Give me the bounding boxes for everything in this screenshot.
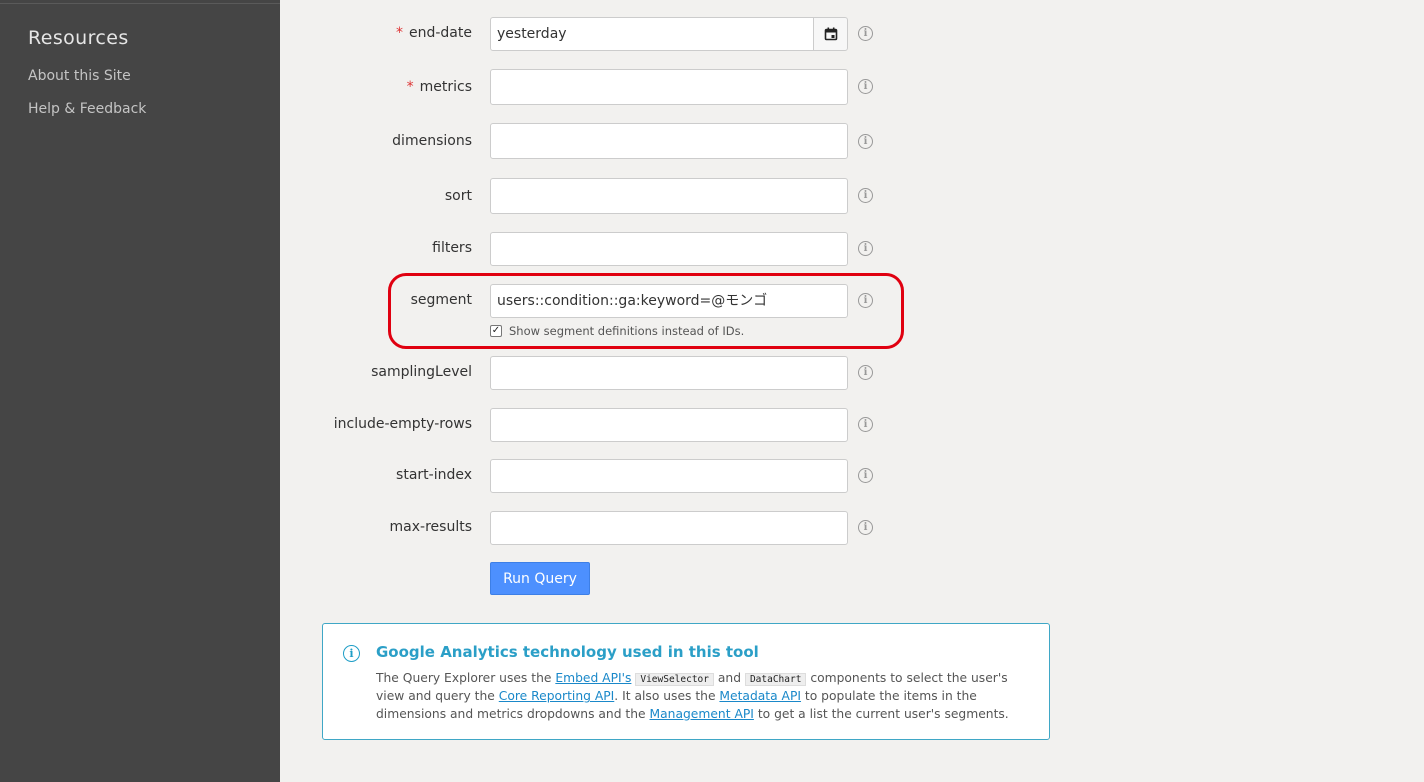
start-index-row: start-index i <box>280 459 920 493</box>
include-empty-rows-label: include-empty-rows <box>333 416 472 432</box>
info-icon[interactable]: i <box>858 417 873 432</box>
run-query-button[interactable]: Run Query <box>490 562 590 595</box>
info-icon[interactable]: i <box>858 26 873 41</box>
segment-definitions-option: ✓ Show segment definitions instead of ID… <box>490 324 744 338</box>
metrics-label: * metrics <box>406 79 472 95</box>
metrics-input[interactable] <box>490 69 848 105</box>
filters-label: filters <box>432 240 472 256</box>
sidebar-link-help-feedback[interactable]: Help & Feedback <box>28 101 146 117</box>
info-icon[interactable]: i <box>858 241 873 256</box>
info-icon[interactable]: i <box>858 468 873 483</box>
dimensions-label: dimensions <box>392 133 472 149</box>
end-date-label: * end-date <box>396 25 472 41</box>
sidebar-divider <box>0 3 280 4</box>
info-icon[interactable]: i <box>858 365 873 380</box>
max-results-row: max-results i <box>280 511 920 545</box>
segment-input[interactable]: users::condition::ga:keyword=@モンゴ <box>490 284 848 318</box>
sort-label: sort <box>444 188 472 204</box>
info-icon[interactable]: i <box>858 134 873 149</box>
data-chart-code: DataChart <box>744 673 807 686</box>
calendar-icon <box>824 27 837 41</box>
technology-info-box: i Google Analytics technology used in th… <box>322 623 1050 740</box>
start-index-label: start-index <box>396 467 472 483</box>
info-icon[interactable]: i <box>858 79 873 94</box>
sidebar: Resources About this Site Help & Feedbac… <box>0 0 280 782</box>
segment-label: segment <box>410 292 472 308</box>
sampling-level-select[interactable] <box>490 356 848 390</box>
info-box-title: Google Analytics technology used in this… <box>376 643 759 661</box>
metadata-api-link[interactable]: Metadata API <box>719 689 801 703</box>
sidebar-link-about[interactable]: About this Site <box>28 68 131 84</box>
segment-definitions-label: Show segment definitions instead of IDs. <box>509 324 745 338</box>
required-marker: * <box>396 25 403 41</box>
max-results-input[interactable] <box>490 511 848 545</box>
sidebar-title: Resources <box>28 27 129 49</box>
view-selector-code: ViewSelector <box>635 673 714 686</box>
embed-api-link[interactable]: Embed API's <box>555 671 631 685</box>
management-api-link[interactable]: Management API <box>650 707 754 721</box>
include-empty-rows-select[interactable] <box>490 408 848 442</box>
dimensions-row: dimensions i <box>280 123 920 159</box>
info-icon[interactable]: i <box>858 188 873 203</box>
sampling-level-row: samplingLevel i <box>280 356 920 390</box>
end-date-row: * end-date yesterday i <box>280 17 920 51</box>
calendar-button[interactable] <box>813 17 848 51</box>
sort-input[interactable] <box>490 178 848 214</box>
end-date-input[interactable]: yesterday <box>490 17 814 51</box>
segment-definitions-checkbox[interactable]: ✓ <box>490 325 502 337</box>
info-icon: i <box>343 645 360 662</box>
sampling-level-label: samplingLevel <box>371 364 472 380</box>
required-marker: * <box>406 79 414 95</box>
max-results-label: max-results <box>389 519 472 535</box>
info-icon[interactable]: i <box>858 520 873 535</box>
sort-row: sort i <box>280 178 920 214</box>
include-empty-rows-row: include-empty-rows i <box>280 408 920 442</box>
metrics-row: * metrics i <box>280 69 920 105</box>
core-reporting-api-link[interactable]: Core Reporting API <box>499 689 615 703</box>
info-icon[interactable]: i <box>858 293 873 308</box>
filters-input[interactable] <box>490 232 848 266</box>
dimensions-input[interactable] <box>490 123 848 159</box>
info-box-description: The Query Explorer uses the Embed API's … <box>376 671 1009 721</box>
filters-row: filters i <box>280 232 920 266</box>
segment-row: segment users::condition::ga:keyword=@モン… <box>280 284 920 318</box>
start-index-input[interactable] <box>490 459 848 493</box>
